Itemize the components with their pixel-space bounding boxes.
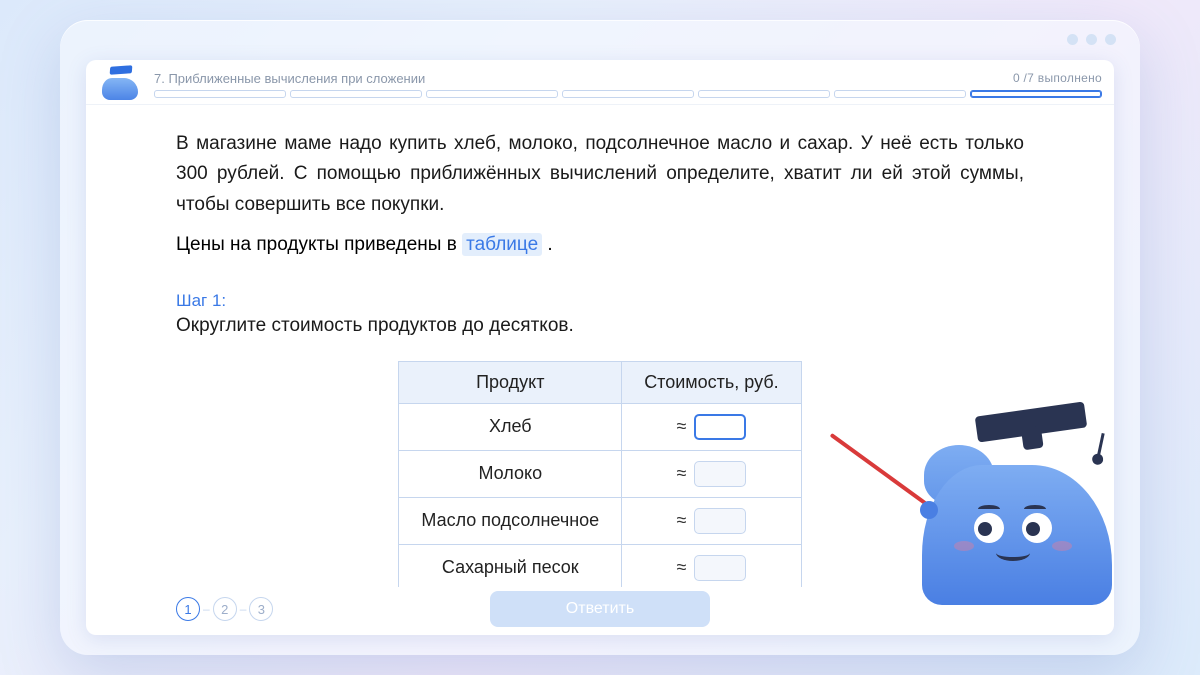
table-link[interactable]: таблице xyxy=(462,233,542,256)
logo-icon xyxy=(98,68,142,100)
table-row: Молоко ≈ xyxy=(399,450,801,497)
lesson-title: 7. Приближенные вычисления при сложении xyxy=(154,71,425,86)
table-row: Сахарный песок ≈ xyxy=(399,544,801,587)
progress-segment[interactable] xyxy=(834,90,966,98)
problem-text-2-suffix: . xyxy=(542,234,553,255)
problem-text-2-prefix: Цены на продукты приведены в xyxy=(176,234,462,255)
problem-text: В магазине маме надо купить хлеб, молоко… xyxy=(176,129,1024,220)
pager-dash: – xyxy=(203,602,210,616)
progress-segments xyxy=(154,90,1102,98)
problem-text-2: Цены на продукты приведены в таблице . xyxy=(176,230,1024,260)
cost-cell: ≈ xyxy=(622,450,801,497)
tablet-frame: 7. Приближенные вычисления при сложении … xyxy=(60,20,1140,655)
cost-cell: ≈ xyxy=(622,497,801,544)
main-panel: 7. Приближенные вычисления при сложении … xyxy=(86,60,1114,635)
progress-text: 0 /7 выполнено xyxy=(1013,71,1102,85)
progress-segment[interactable] xyxy=(970,90,1102,98)
cost-cell: ≈ xyxy=(622,403,801,450)
cost-input[interactable] xyxy=(694,414,746,440)
progress-segment[interactable] xyxy=(426,90,558,98)
pager-step[interactable]: 1 xyxy=(176,597,200,621)
window-controls xyxy=(1067,34,1116,45)
header: 7. Приближенные вычисления при сложении … xyxy=(86,60,1114,105)
approx-icon: ≈ xyxy=(676,463,686,484)
window-dot xyxy=(1067,34,1078,45)
step-label: Шаг 1: xyxy=(176,291,1024,311)
progress-segment[interactable] xyxy=(290,90,422,98)
cost-input[interactable] xyxy=(694,461,746,487)
window-dot xyxy=(1086,34,1097,45)
approx-icon: ≈ xyxy=(676,557,686,578)
approx-icon: ≈ xyxy=(676,416,686,437)
col-product: Продукт xyxy=(399,361,622,403)
window-dot xyxy=(1105,34,1116,45)
products-table: Продукт Стоимость, руб. Хлеб≈Молоко≈Масл… xyxy=(398,361,801,587)
cost-input[interactable] xyxy=(694,555,746,581)
footer: 1–2–3 Ответить xyxy=(86,587,1114,635)
table-row: Хлеб ≈ xyxy=(399,403,801,450)
pager-step[interactable]: 3 xyxy=(249,597,273,621)
step-pager: 1–2–3 xyxy=(176,597,273,621)
approx-icon: ≈ xyxy=(676,510,686,531)
product-name: Масло подсолнечное xyxy=(399,497,622,544)
pager-dash: – xyxy=(240,602,247,616)
progress-segment[interactable] xyxy=(562,90,694,98)
step-text: Округлите стоимость продуктов до десятко… xyxy=(176,315,1024,337)
answer-button[interactable]: Ответить xyxy=(490,591,710,627)
content-area: ‹ В магазине маме надо купить хлеб, моло… xyxy=(86,105,1114,587)
table-row: Масло подсолнечное ≈ xyxy=(399,497,801,544)
product-name: Молоко xyxy=(399,450,622,497)
col-cost: Стоимость, руб. xyxy=(622,361,801,403)
product-name: Сахарный песок xyxy=(399,544,622,587)
progress-segment[interactable] xyxy=(698,90,830,98)
cost-input[interactable] xyxy=(694,508,746,534)
pager-step[interactable]: 2 xyxy=(213,597,237,621)
cost-cell: ≈ xyxy=(622,544,801,587)
product-name: Хлеб xyxy=(399,403,622,450)
progress-segment[interactable] xyxy=(154,90,286,98)
